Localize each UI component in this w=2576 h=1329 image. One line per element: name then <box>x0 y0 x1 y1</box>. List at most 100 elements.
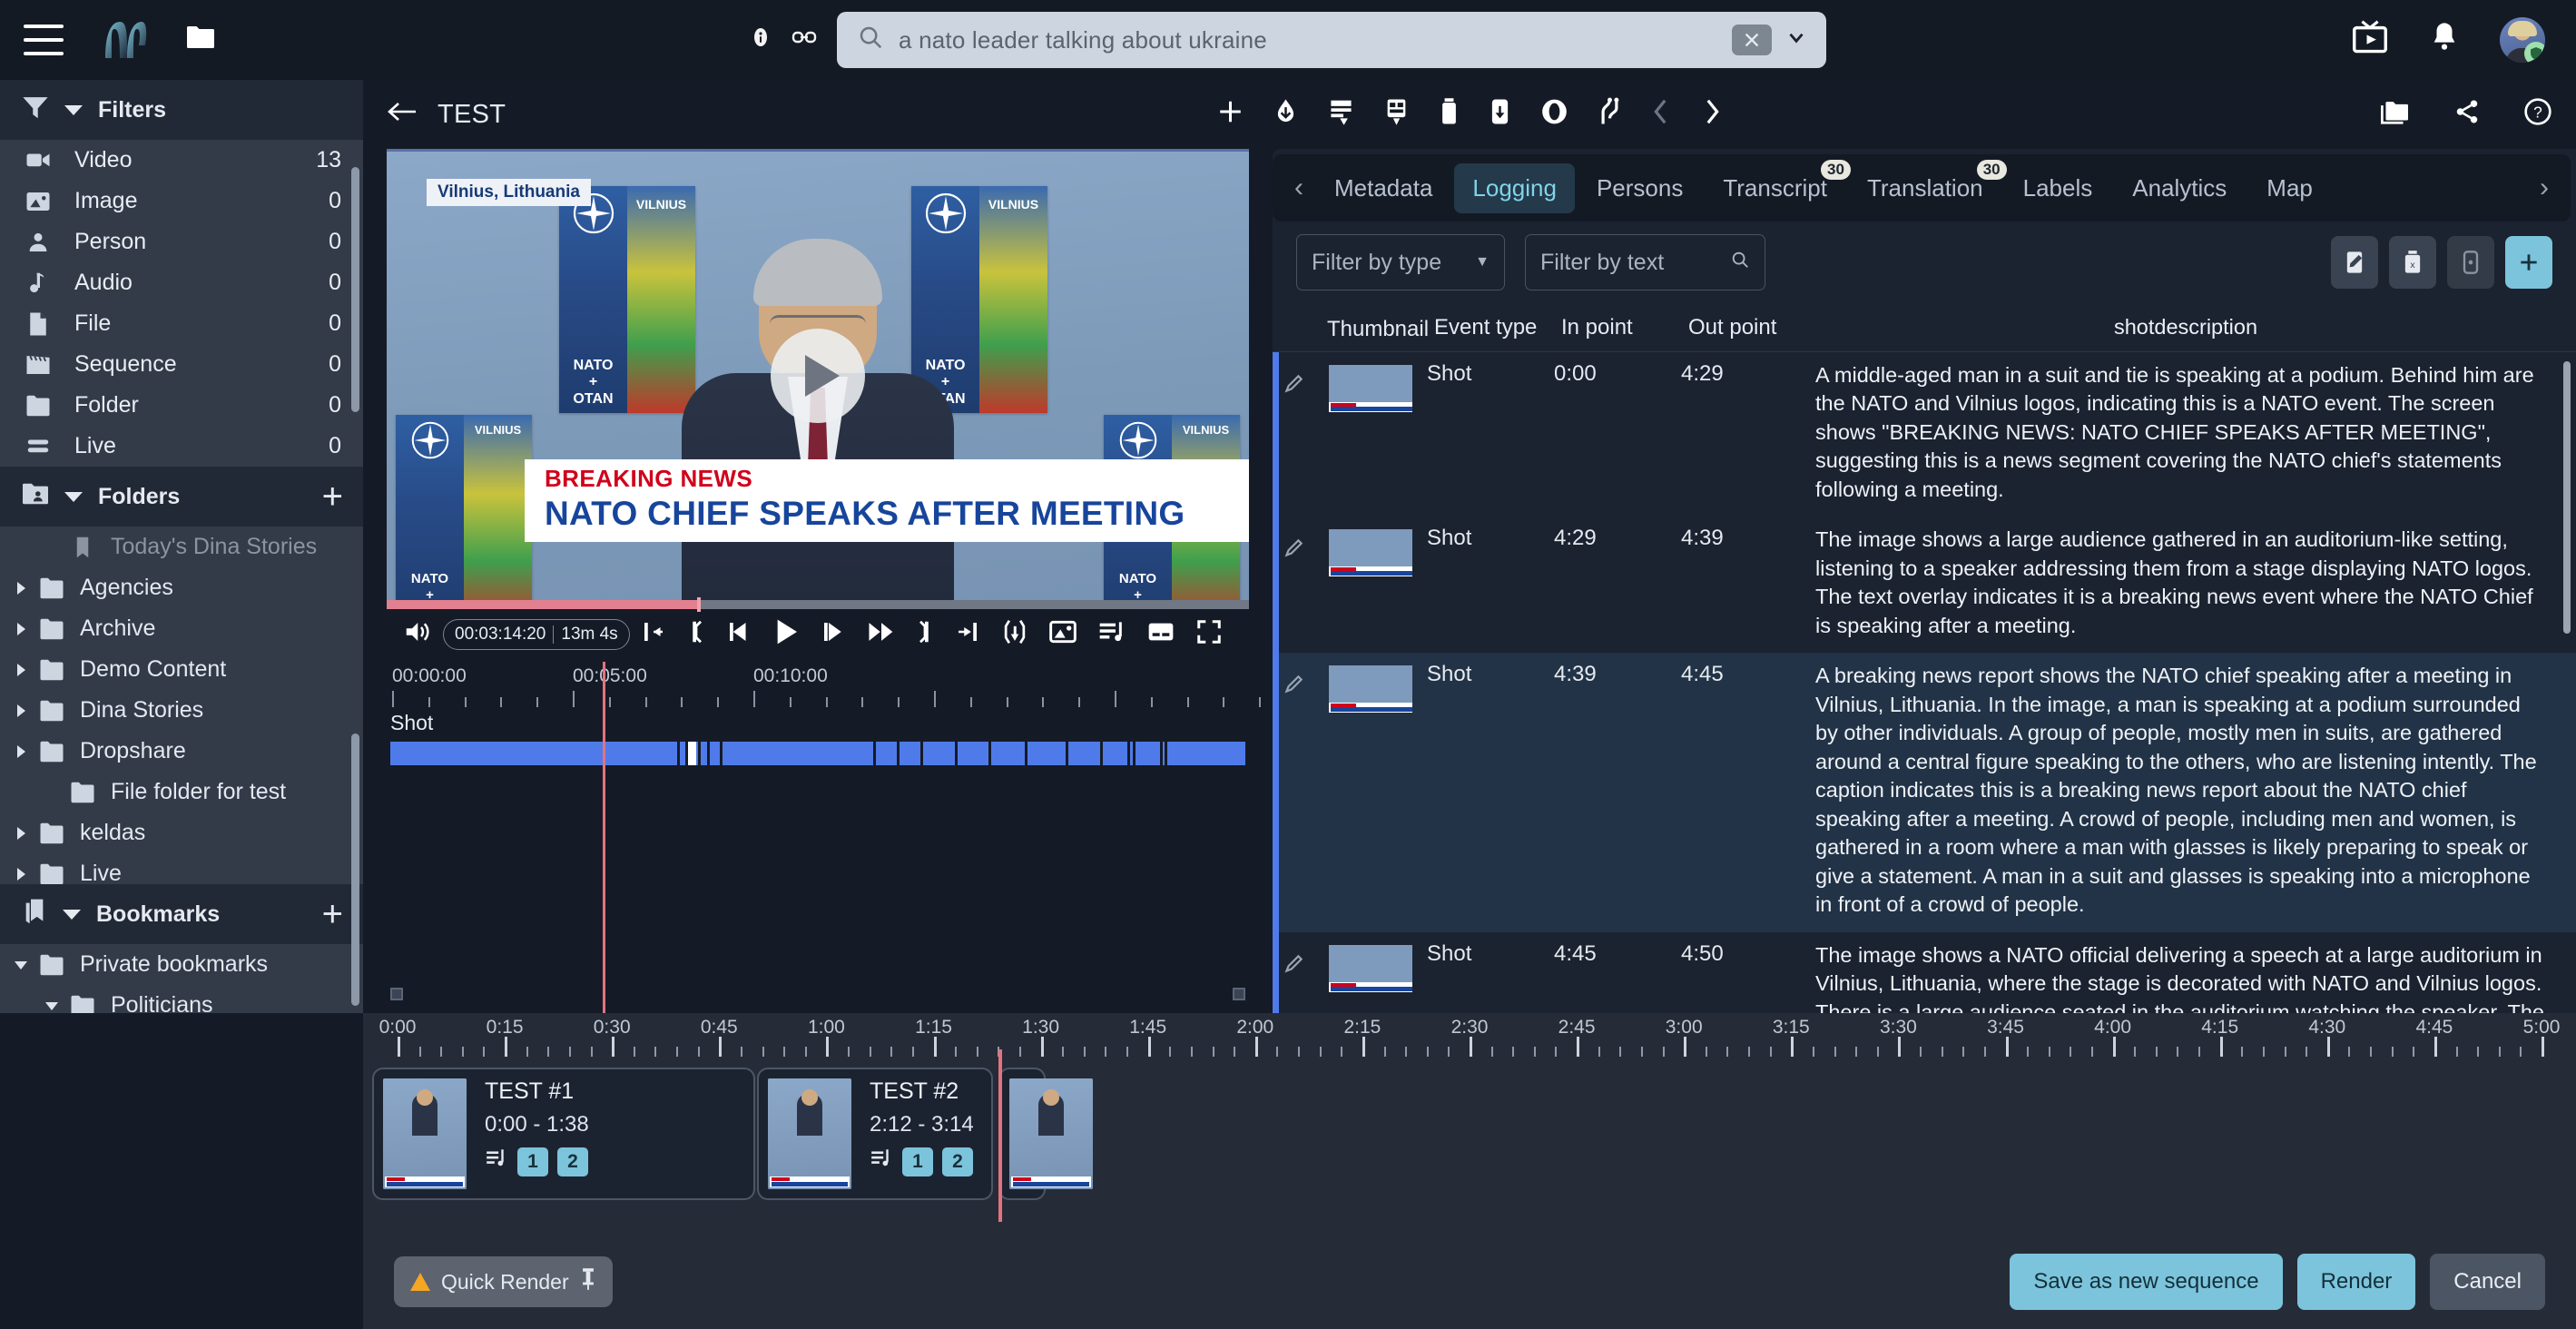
fullscreen-icon[interactable] <box>1195 618 1223 652</box>
back-group[interactable]: TEST <box>387 100 506 130</box>
clip-track-pill[interactable]: 1 <box>902 1147 933 1176</box>
add-icon[interactable] <box>2505 236 2552 289</box>
user-avatar[interactable] <box>2500 17 2545 63</box>
folder-item[interactable]: Live <box>0 853 363 884</box>
subtitles-icon[interactable] <box>1146 619 1175 651</box>
tab-labels[interactable]: Labels <box>2005 163 2111 213</box>
add-marker-icon[interactable] <box>1001 617 1028 653</box>
mark-out-icon[interactable] <box>916 618 934 652</box>
tab-map[interactable]: Map <box>2248 163 2331 213</box>
sequence-playhead[interactable] <box>998 1049 1002 1222</box>
chevron-right-icon[interactable] <box>13 867 29 881</box>
sequence-clip[interactable] <box>998 1068 1093 1200</box>
chevron-right-icon[interactable] <box>13 826 29 841</box>
subtitle-edit-icon[interactable] <box>1383 97 1411 133</box>
logging-table-scrollbar[interactable] <box>2563 361 2571 634</box>
snapshot-icon[interactable] <box>1048 618 1077 652</box>
folder-item[interactable]: Today's Dina Stories <box>0 527 363 567</box>
folder-item[interactable]: Agencies <box>0 567 363 608</box>
filter-item-live[interactable]: Live 0 <box>0 426 363 467</box>
timeline-playhead[interactable] <box>602 662 605 1013</box>
sequence-track[interactable]: TEST #1 0:00 - 1:38 1 2 TEST #2 2:12 - 3:14 1 2 <box>363 1062 2576 1215</box>
notifications-icon[interactable] <box>2429 20 2460 61</box>
share-icon[interactable] <box>2453 98 2482 132</box>
filter-item-folder[interactable]: Folder 0 <box>0 385 363 426</box>
filters-header[interactable]: Filters <box>0 80 363 140</box>
search-input[interactable] <box>899 25 1732 54</box>
arrow-left-icon[interactable] <box>387 100 418 130</box>
filter-item-file[interactable]: File 0 <box>0 303 363 344</box>
render-button[interactable]: Render <box>2296 1254 2416 1310</box>
filter-item-video[interactable]: Video 13 <box>0 140 363 181</box>
chevron-right-icon[interactable] <box>13 663 29 677</box>
archive-download-icon[interactable] <box>1489 97 1512 133</box>
preview-eye-icon[interactable] <box>1540 97 1569 133</box>
filter-by-type-select[interactable]: Filter by type ▼ <box>1296 234 1505 290</box>
chevron-down-icon[interactable] <box>62 901 82 927</box>
hamburger-icon[interactable] <box>24 25 64 55</box>
tab-translation[interactable]: Translation 30 <box>1849 159 2007 213</box>
bookmark-item[interactable]: Politicians <box>0 985 363 1013</box>
help-icon[interactable]: ? <box>2523 97 2552 133</box>
chevron-down-icon[interactable] <box>64 484 84 509</box>
sequence-clip[interactable]: TEST #1 0:00 - 1:38 1 2 <box>372 1068 755 1200</box>
volume-icon[interactable] <box>403 619 430 651</box>
video-preview[interactable]: NATO+OTAN VILNIUS NATO+OTAN VILNIUS <box>387 149 1249 600</box>
chevron-right-icon[interactable] <box>13 581 29 596</box>
clip-track-pill[interactable]: 2 <box>557 1147 588 1176</box>
clip-track-pill[interactable]: 1 <box>517 1147 548 1176</box>
edit-icon[interactable] <box>2331 236 2378 289</box>
chevron-right-icon[interactable] <box>13 744 29 759</box>
tab-transcript[interactable]: Transcript 30 <box>1705 159 1851 213</box>
folder-item[interactable]: Dina Stories <box>0 690 363 731</box>
branch-icon[interactable] <box>1598 97 1623 133</box>
add-folder-button[interactable]: + <box>322 478 343 515</box>
filter-item-person[interactable]: Person 0 <box>0 222 363 262</box>
tab-persons[interactable]: Persons <box>1578 163 1701 213</box>
playlist-icon[interactable] <box>1097 618 1126 652</box>
bookmarks-header[interactable]: Bookmarks + <box>0 884 363 944</box>
go-to-in-icon[interactable] <box>640 618 667 652</box>
add-bookmark-button[interactable]: + <box>322 896 343 932</box>
filter-by-text-input[interactable]: Filter by text <box>1525 234 1765 290</box>
tab-metadata[interactable]: Metadata <box>1316 163 1450 213</box>
row-thumbnail[interactable] <box>1314 662 1427 919</box>
quick-render-button[interactable]: Quick Render <box>394 1256 613 1307</box>
delete-icon[interactable]: x <box>2389 236 2436 289</box>
clip-track-pill[interactable]: 2 <box>942 1147 973 1176</box>
folder-icon[interactable] <box>183 24 218 57</box>
lock-icon[interactable] <box>2447 236 2494 289</box>
mimir-logo[interactable] <box>100 18 151 62</box>
chevron-left-icon[interactable]: ‹ <box>1282 172 1316 203</box>
video-progress-bar[interactable] <box>387 597 1249 612</box>
table-row[interactable]: Shot 4:45 4:50 The image shows a NATO offic… <box>1273 931 2576 1013</box>
play-overlay-button[interactable] <box>771 329 865 423</box>
logging-table-body[interactable]: Shot 0:00 4:29 A middle-aged man in a suit … <box>1273 352 2576 1013</box>
row-thumbnail[interactable] <box>1314 526 1427 640</box>
fast-forward-icon[interactable] <box>867 619 896 651</box>
table-row[interactable]: Shot 4:29 4:39 The image shows a large audi… <box>1273 517 2576 654</box>
folder-item[interactable]: Archive <box>0 608 363 649</box>
step-back-icon[interactable] <box>725 618 752 652</box>
filter-item-audio[interactable]: Audio 0 <box>0 262 363 303</box>
chevron-down-icon[interactable] <box>13 960 29 970</box>
save-as-new-sequence-button[interactable]: Save as new sequence <box>2010 1254 2283 1310</box>
row-thumbnail[interactable] <box>1314 361 1427 504</box>
bookmark-item[interactable]: Private bookmarks <box>0 944 363 985</box>
plus-icon[interactable] <box>1217 98 1244 132</box>
download-icon[interactable] <box>1273 97 1300 133</box>
tab-analytics[interactable]: Analytics <box>2114 163 2245 213</box>
copy-folder-icon[interactable] <box>2378 98 2411 132</box>
prev-arrow-icon[interactable] <box>1651 97 1673 133</box>
clear-icon[interactable] <box>1732 25 1772 55</box>
chevron-down-icon[interactable] <box>64 97 84 123</box>
shot-segments[interactable] <box>390 742 1245 765</box>
chevron-down-icon[interactable] <box>44 1000 60 1011</box>
chevron-right-icon[interactable] <box>13 704 29 718</box>
tab-logging[interactable]: Logging <box>1454 162 1575 213</box>
filter-item-image[interactable]: Image 0 <box>0 181 363 222</box>
audio-track-icon[interactable] <box>485 1147 508 1176</box>
sequence-clip[interactable]: TEST #2 2:12 - 3:14 1 2 <box>757 1068 993 1200</box>
link-icon[interactable] <box>791 26 817 54</box>
sidebar-scrollbar-filters[interactable] <box>351 167 359 412</box>
